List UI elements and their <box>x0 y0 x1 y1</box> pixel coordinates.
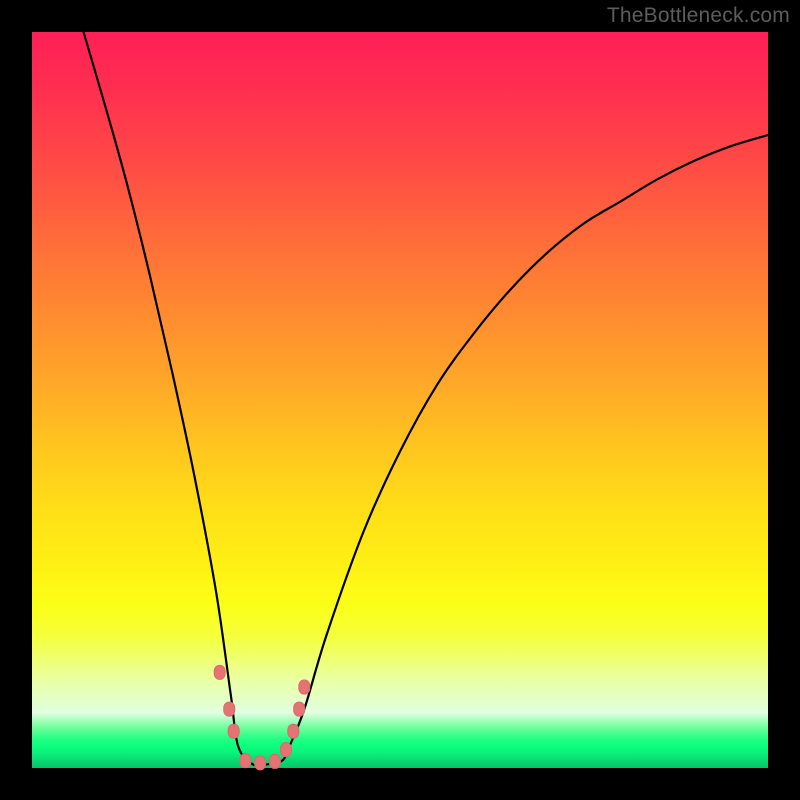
highlight-marker <box>299 680 310 694</box>
highlight-marker <box>280 743 291 757</box>
chart-frame: TheBottleneck.com <box>0 0 800 800</box>
highlight-marker <box>214 665 225 679</box>
highlight-marker <box>240 754 251 768</box>
highlight-marker <box>269 754 280 768</box>
plot-area <box>32 32 768 768</box>
highlight-marker <box>224 702 235 716</box>
highlight-marker <box>228 724 239 738</box>
highlight-marker <box>255 756 266 770</box>
bottleneck-curve <box>84 32 771 766</box>
highlight-marker <box>294 702 305 716</box>
curve-layer <box>32 32 768 768</box>
highlight-marker <box>288 724 299 738</box>
watermark-text: TheBottleneck.com <box>607 4 790 28</box>
